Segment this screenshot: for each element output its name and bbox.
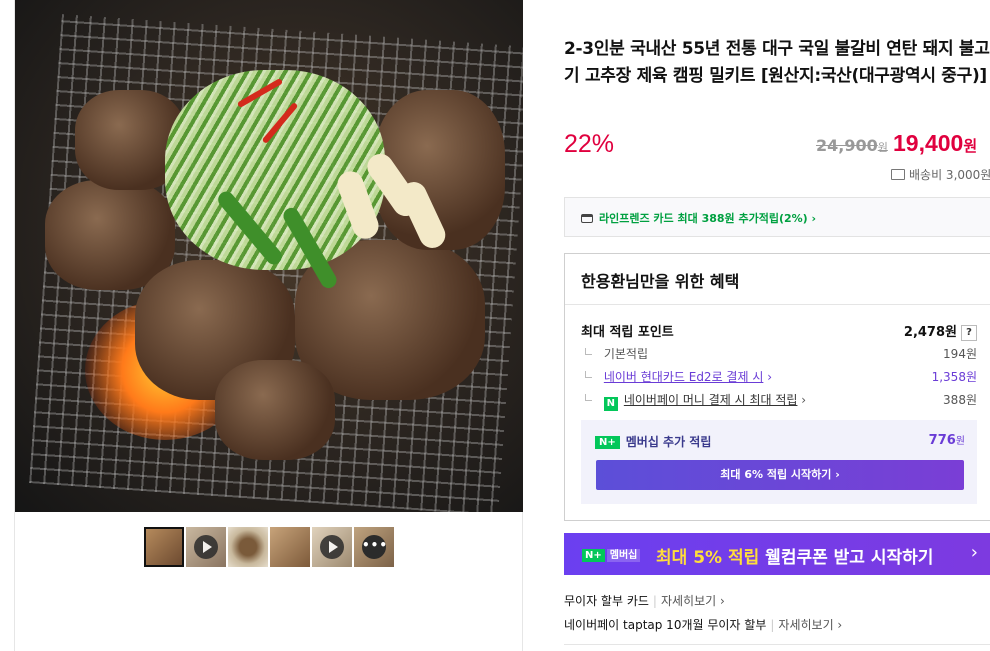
card-offer-text: 라인프렌즈 카드 최대 388원 추가적립(2%) [599, 212, 808, 225]
shipping-text: 배송비 3,000원 [909, 168, 990, 182]
original-price: 24,900원 [816, 136, 888, 155]
thumb-video-1[interactable] [186, 527, 226, 567]
npay-points-value: 388원 [943, 393, 977, 407]
membership-amount: 776 [928, 433, 956, 448]
thumb-photo-3[interactable] [270, 527, 310, 567]
chevron-right-icon: › [801, 393, 807, 407]
npay-points-link[interactable]: 네이버페이 머니 결제 시 최대 적립 [624, 393, 798, 407]
installment-card-row: 무이자 할부 카드 | 자세히보기 › [564, 592, 725, 609]
naver-plus-logo: N+ [595, 436, 620, 449]
chevron-right-icon: › [970, 542, 978, 563]
shipping-fee: 배송비 3,000원 [891, 166, 990, 183]
installment-card-label: 무이자 할부 카드 [564, 594, 649, 608]
naver-plus-logo-n: N+ [582, 549, 605, 562]
npay-installment-row: 네이버페이 taptap 10개월 무이자 할부 | 자세히보기 › [564, 616, 842, 633]
discount-rate: 22% [564, 130, 615, 158]
basic-points-row: 기본적립 194원 [581, 345, 977, 362]
membership-promo-banner[interactable]: N+ 멤버십 최대 5% 적립 웰컴쿠폰 받고 시작하기 › [564, 533, 990, 575]
membership-label-text: 멤버십 추가 적립 [625, 435, 712, 449]
original-price-unit: 원 [877, 141, 888, 154]
basic-points-label: 기본적립 [603, 347, 648, 361]
membership-value: 776원 [929, 432, 965, 448]
chevron-right-icon: › [811, 212, 817, 225]
thumb-video-2[interactable] [312, 527, 352, 567]
thumb-photo-1[interactable] [144, 527, 184, 567]
max-points-row: 최대 적립 포인트 2,478원? [581, 321, 977, 341]
card-points-value: 1,358원 [931, 370, 977, 384]
product-title: 2-3인분 국내산 55년 전통 대구 국일 불갈비 연탄 돼지 불고기 고추장… [564, 39, 990, 86]
final-price-unit: 원 [963, 138, 978, 155]
max-points-value: 2,478원? [904, 321, 977, 341]
more-icon: ••• [362, 535, 387, 559]
npay-installment-label: 네이버페이 taptap 10개월 무이자 할부 [564, 618, 767, 632]
membership-box: N+ 멤버십 추가 적립 776원 최대 6% 적립 시작하기 › [581, 420, 977, 504]
membership-label: N+ 멤버십 추가 적립 [595, 433, 711, 450]
scallion-garnish [165, 70, 385, 270]
final-price: 19,400원 [893, 130, 977, 157]
max-points-amount: 2,478원 [903, 325, 957, 340]
separator: | [770, 618, 775, 632]
help-icon[interactable]: ? [961, 325, 977, 341]
thumbnail-strip: ••• [144, 527, 394, 567]
benefits-panel: 한용환님만을 위한 혜택 최대 적립 포인트 2,478원? 기본적립 194원… [564, 253, 990, 521]
truck-icon [891, 169, 905, 180]
card-offer-bar[interactable]: 라인프렌즈 카드 최대 388원 추가적립(2%) › [564, 197, 990, 237]
max-points-label: 최대 적립 포인트 [581, 325, 674, 340]
divider [565, 304, 990, 305]
play-icon [320, 535, 344, 559]
main-product-image[interactable] [15, 0, 523, 512]
naver-plus-membership-logo: N+ 멤버십 [582, 546, 641, 562]
original-price-value: 24,900 [816, 136, 878, 155]
divider [564, 644, 990, 645]
play-icon [194, 535, 218, 559]
npay-icon: N [603, 397, 618, 411]
start-membership-button[interactable]: 최대 6% 적립 시작하기 › [596, 460, 964, 490]
card-points-link[interactable]: 네이버 현대카드 Ed2로 결제 시 [604, 370, 764, 384]
separator: | [652, 594, 657, 608]
benefits-title: 한용환님만을 위한 혜택 [581, 272, 740, 291]
npay-points-row: N 네이버페이 머니 결제 시 최대 적립 › 388원 [581, 391, 977, 411]
credit-card-icon [581, 214, 593, 223]
meat-piece [215, 360, 335, 460]
membership-unit: 원 [955, 436, 965, 447]
promo-rest: 웰컴쿠폰 받고 시작하기 [759, 548, 934, 568]
basic-points-value: 194원 [943, 347, 977, 361]
product-gallery: ••• [14, 0, 523, 651]
installment-card-more-link[interactable]: 자세히보기 › [661, 594, 725, 608]
card-points-row: 네이버 현대카드 Ed2로 결제 시 › 1,358원 [581, 368, 977, 385]
naver-plus-logo-membership: 멤버십 [606, 549, 641, 562]
thumb-photo-2[interactable] [228, 527, 268, 567]
final-price-value: 19,400 [893, 130, 964, 156]
thumb-more[interactable]: ••• [354, 527, 394, 567]
chevron-right-icon: › [767, 370, 773, 384]
promo-highlight: 최대 5% 적립 [656, 548, 760, 568]
npay-installment-more-link[interactable]: 자세히보기 › [778, 618, 842, 632]
promo-text: 최대 5% 적립 웰컴쿠폰 받고 시작하기 [656, 543, 933, 568]
